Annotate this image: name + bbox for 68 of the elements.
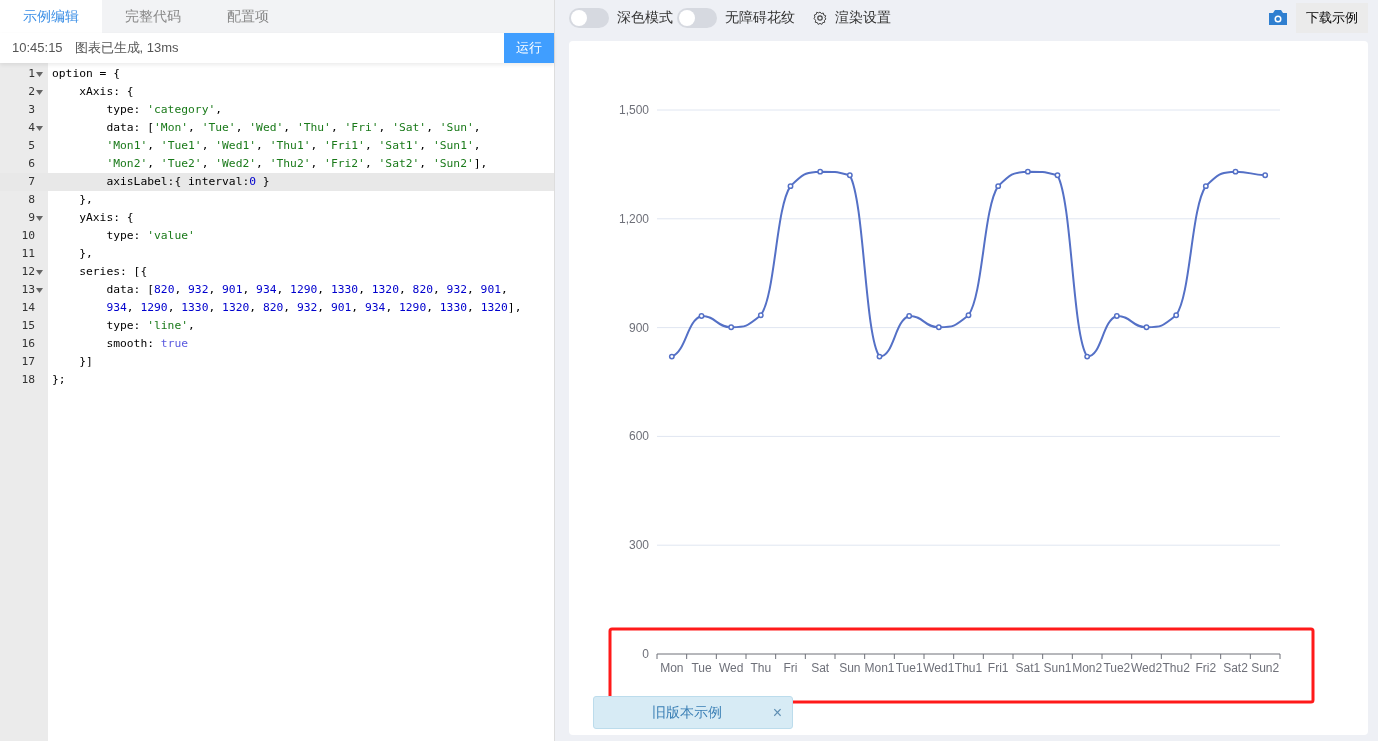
code-line: yAxis: { <box>78 211 134 224</box>
status-time: 10:45:15 <box>12 39 63 58</box>
status-message: 图表已生成, 13ms <box>74 39 179 58</box>
x-axis-label: Thu <box>750 661 772 675</box>
line-number: 12 <box>21 264 35 280</box>
line-number: 11 <box>21 246 35 262</box>
x-axis-label: Thu2 <box>1162 661 1190 675</box>
x-axis-label: Fri2 <box>1195 661 1217 675</box>
line-number: 1 <box>28 66 35 82</box>
line-number: 16 <box>21 336 35 352</box>
code-line: }, <box>78 193 93 206</box>
x-axis-label: Wed2 <box>1130 661 1163 675</box>
y-axis-label: 600 <box>628 429 649 444</box>
x-axis-label: Sat1 <box>1015 661 1041 675</box>
y-axis-label: 1,500 <box>618 103 649 117</box>
x-axis-label: Mon <box>660 661 684 675</box>
line-number: 9 <box>28 210 35 226</box>
x-axis-label: Fri1 <box>987 661 1009 675</box>
line-number: 8 <box>28 192 35 208</box>
code-line: 'Mon1', 'Tue1', 'Wed1', 'Thu1', 'Fri1', 'Sat1', 'Sun1', <box>105 139 481 152</box>
code-line: option = { <box>52 67 120 80</box>
toggle-label: 无障碍花纹 <box>725 8 795 27</box>
line-number: 6 <box>28 156 35 172</box>
code-line: axisLabel:{ interval:0 } <box>105 175 270 188</box>
code-line: 'Mon2', 'Tue2', 'Wed2', 'Thu2', 'Fri2', 'Sat2', 'Sun2'], <box>105 157 488 170</box>
code-line: type: 'value' <box>105 229 195 242</box>
code-line: type: 'category', <box>105 103 223 116</box>
y-axis-label: 0 <box>642 647 649 661</box>
x-axis-label: Tue2 <box>1103 661 1131 675</box>
y-axis-label: 1,200 <box>618 211 649 226</box>
x-axis-label: Tue1 <box>895 661 923 675</box>
line-number: 14 <box>21 300 35 316</box>
code-line: type: 'line', <box>105 319 195 332</box>
code-line: data: ['Mon', 'Tue', 'Wed', 'Thu', 'Fri', 'Sat', 'Sun', <box>105 121 481 134</box>
code-line: smooth: true <box>105 337 189 350</box>
line-number: 10 <box>21 228 35 244</box>
code-line: data: [820, 932, 901, 934, 1290, 1330, 1320, 820, 932, 901, <box>105 283 508 296</box>
line-number: 4 <box>28 120 35 136</box>
code-line: series: [{ <box>78 265 148 278</box>
x-axis-label: Wed <box>718 661 744 675</box>
x-axis-label: Sun1 <box>1043 661 1072 675</box>
x-axis-label: Fri <box>783 661 798 675</box>
x-axis-label: Sun2 <box>1251 661 1280 675</box>
x-axis-label: Thu1 <box>954 661 983 675</box>
code-line: }] <box>78 355 93 368</box>
line-number: 15 <box>21 318 35 334</box>
toggle-label: 深色模式 <box>617 8 673 27</box>
x-axis-label: Sat2 <box>1223 661 1248 675</box>
y-axis-label: 300 <box>628 538 649 553</box>
code-line: 934, 1290, 1330, 1320, 820, 932, 901, 934, 1290, 1330, 1320], <box>105 301 522 314</box>
code-line: }, <box>78 247 93 260</box>
notice-text: 旧版本示例 <box>652 703 722 722</box>
line-number: 5 <box>28 138 35 154</box>
line-number: 13 <box>21 282 35 298</box>
x-axis-label: Sat <box>811 661 830 675</box>
line-number: 17 <box>21 354 35 370</box>
line-number: 18 <box>21 372 35 388</box>
x-axis-label: Wed1 <box>923 661 955 675</box>
x-axis-label: Sun <box>839 661 861 675</box>
x-axis-label: Tue <box>691 661 712 675</box>
line-number: 3 <box>28 102 35 118</box>
x-axis-label: Mon2 <box>1072 661 1103 675</box>
x-axis-label: Mon1 <box>864 661 895 675</box>
code-line: xAxis: { <box>78 85 134 98</box>
line-number: 7 <box>28 174 35 190</box>
line-number: 2 <box>28 84 35 100</box>
code-line: }; <box>52 373 66 386</box>
y-axis-label: 900 <box>628 320 649 335</box>
